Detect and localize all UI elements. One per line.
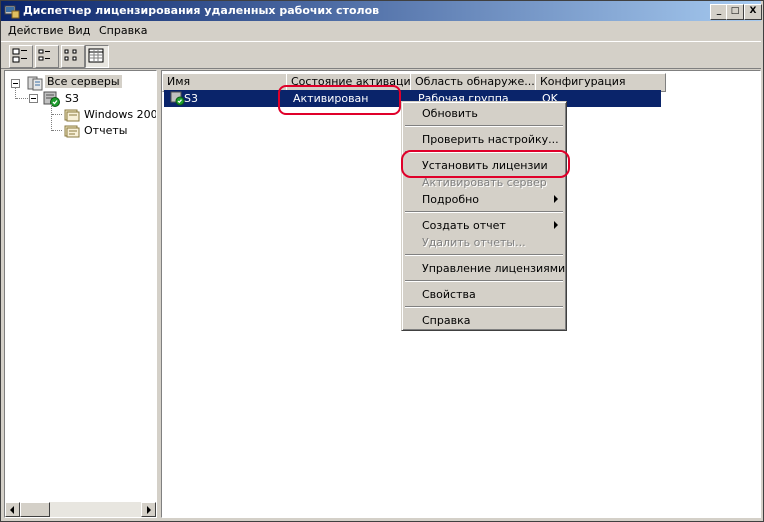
all-servers-icon bbox=[27, 76, 43, 91]
small-icons-icon bbox=[38, 49, 50, 61]
tree-item-all-servers[interactable]: Все серверы bbox=[45, 75, 122, 88]
details-icon bbox=[88, 48, 104, 63]
menu-item-check-configuration[interactable]: Проверить настройку... bbox=[422, 133, 559, 146]
menu-item-refresh[interactable]: Обновить bbox=[422, 107, 478, 120]
highlight-activation-state bbox=[278, 85, 401, 115]
toolbar bbox=[1, 41, 761, 69]
collapse-server-toggle[interactable] bbox=[29, 94, 38, 103]
menu-item-create-report[interactable]: Создать отчет bbox=[422, 219, 506, 232]
license-manager-icon bbox=[4, 5, 20, 19]
menu-item-help[interactable]: Справка bbox=[422, 314, 470, 327]
scroll-left-button[interactable] bbox=[5, 502, 20, 517]
reports-icon bbox=[64, 125, 80, 138]
tree-horizontal-scrollbar[interactable] bbox=[5, 502, 156, 517]
menu-item-advanced[interactable]: Подробно bbox=[422, 193, 479, 206]
list-view-button[interactable] bbox=[61, 45, 85, 68]
arrow-left-icon bbox=[10, 506, 14, 514]
scroll-right-button[interactable] bbox=[141, 502, 156, 517]
large-icons-icon bbox=[12, 48, 27, 63]
license-pack-icon bbox=[64, 109, 80, 122]
context-menu: Обновить Проверить настройку... Установи… bbox=[401, 101, 567, 331]
small-icons-view-button[interactable] bbox=[35, 45, 59, 68]
menu-separator bbox=[405, 254, 563, 256]
details-view-button[interactable] bbox=[85, 45, 109, 68]
menu-view[interactable]: Вид bbox=[68, 24, 90, 37]
tree-item-server[interactable]: S3 bbox=[65, 92, 79, 105]
menu-item-properties[interactable]: Свойства bbox=[422, 288, 476, 301]
title-bar[interactable]: Диспетчер лицензирования удаленных рабоч… bbox=[1, 1, 762, 21]
maximize-button[interactable]: □ bbox=[726, 4, 744, 20]
tree-pane[interactable]: Все серверы S3 Windows 2000 Отчеты bbox=[4, 70, 157, 518]
collapse-root-toggle[interactable] bbox=[11, 79, 20, 88]
menu-action[interactable]: Действие bbox=[8, 24, 63, 37]
window-title: Диспетчер лицензирования удаленных рабоч… bbox=[23, 4, 380, 17]
menu-help[interactable]: Справка bbox=[99, 24, 147, 37]
cell-name: S3 bbox=[184, 92, 198, 105]
tree-item-windows-2000[interactable]: Windows 2000 bbox=[84, 108, 156, 121]
menu-item-manage-licenses[interactable]: Управление лицензиями bbox=[422, 262, 565, 275]
arrow-right-icon bbox=[147, 506, 151, 514]
submenu-arrow-icon bbox=[554, 195, 558, 203]
server-ok-icon bbox=[170, 91, 185, 106]
menu-separator bbox=[405, 280, 563, 282]
tree-item-reports[interactable]: Отчеты bbox=[84, 124, 127, 137]
menu-separator bbox=[405, 211, 563, 213]
list-icon bbox=[64, 49, 77, 61]
server-ok-icon bbox=[43, 91, 60, 107]
menu-separator bbox=[405, 125, 563, 127]
close-button[interactable]: X bbox=[744, 4, 762, 20]
highlight-install-licenses bbox=[401, 150, 570, 178]
menu-bar: Действие Вид Справка bbox=[1, 21, 761, 40]
menu-item-delete-reports: Удалить отчеты... bbox=[422, 236, 526, 249]
menu-separator bbox=[405, 306, 563, 308]
large-icons-view-button[interactable] bbox=[9, 45, 33, 68]
submenu-arrow-icon bbox=[554, 221, 558, 229]
scroll-thumb[interactable] bbox=[20, 502, 50, 517]
